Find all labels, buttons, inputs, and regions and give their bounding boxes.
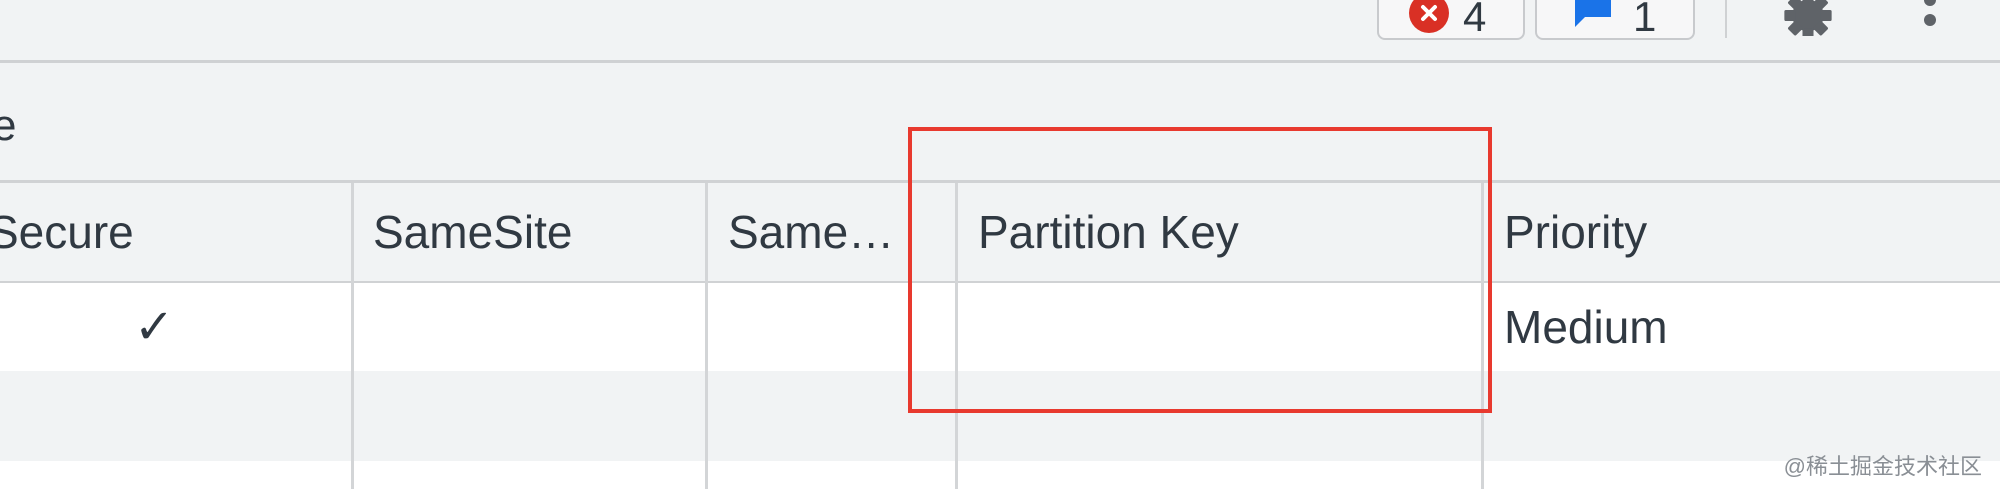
filter-input-text[interactable]: e [0,101,16,151]
annotation-highlight-box [908,127,1492,413]
priority-cell: Medium [1504,301,1668,353]
table-row-partial [0,461,2000,489]
watermark: @稀土掘金技术社区 [1783,454,1982,479]
secure-checkmark: ✓ [134,301,175,354]
column-header-samesite[interactable]: SameSite [373,183,703,281]
toolbar-separator [1725,0,1727,38]
gear-icon[interactable] [1775,0,1841,41]
more-vert-icon[interactable] [1918,0,1942,34]
error-count: 4 [1463,0,1487,40]
error-icon [1409,0,1449,33]
message-count: 1 [1633,0,1657,40]
column-header-secure[interactable]: Secure [0,183,348,281]
column-divider[interactable] [705,183,708,489]
error-counter-button[interactable]: 4 [1377,0,1525,40]
message-icon [1571,0,1615,36]
column-header-priority[interactable]: Priority [1504,183,1984,281]
message-counter-button[interactable]: 1 [1535,0,1695,40]
column-divider[interactable] [351,183,354,489]
devtools-toolbar: 4 1 [0,0,2000,63]
